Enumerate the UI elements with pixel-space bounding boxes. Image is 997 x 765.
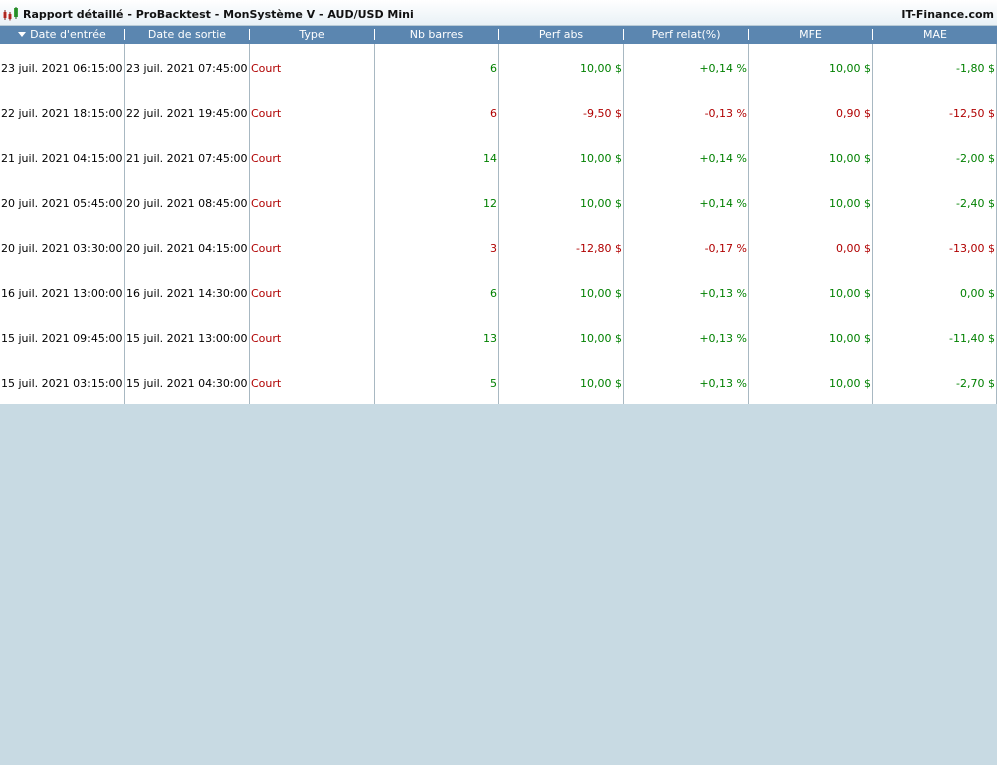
brand-label: IT-Finance.com: [901, 8, 994, 21]
cell-perf-rel: +0,14 %: [699, 152, 747, 165]
cell-type: Court: [251, 62, 282, 75]
cell-mae: 0,00 $: [960, 287, 995, 300]
cell-perf-rel: +0,13 %: [699, 377, 747, 390]
sort-down-triangle-icon: [18, 32, 27, 37]
cell-entry-date: 16 juil. 2021 13:00:00: [1, 287, 123, 300]
cell-exit-date: 20 juil. 2021 08:45:00: [126, 197, 248, 210]
cell-bars: 5: [490, 377, 497, 390]
table-row[interactable]: 15 juil. 2021 03:15:00 15 juil. 2021 04:3…: [0, 359, 997, 404]
table-row[interactable]: 20 juil. 2021 05:45:00 20 juil. 2021 08:4…: [0, 179, 997, 224]
cell-bars: 14: [483, 152, 497, 165]
cell-entry-date: 22 juil. 2021 18:15:00: [1, 107, 123, 120]
cell-mae: -11,40 $: [949, 332, 995, 345]
cell-bars: 12: [483, 197, 497, 210]
cell-mfe: 0,00 $: [836, 242, 871, 255]
cell-entry-date: 15 juil. 2021 03:15:00: [1, 377, 123, 390]
trades-table: 23 juil. 2021 06:15:00 23 juil. 2021 07:4…: [0, 44, 997, 404]
cell-mfe: 10,00 $: [829, 197, 871, 210]
cell-perf-abs: 10,00 $: [580, 152, 622, 165]
column-header-mfe[interactable]: MFE: [749, 26, 872, 44]
cell-type: Court: [251, 287, 282, 300]
column-header-type[interactable]: Type: [250, 26, 374, 44]
table-row[interactable]: 22 juil. 2021 18:15:00 22 juil. 2021 19:4…: [0, 89, 997, 134]
cell-mfe: 10,00 $: [829, 152, 871, 165]
title-bar: Rapport détaillé - ProBacktest - MonSyst…: [0, 0, 997, 26]
cell-mfe: 10,00 $: [829, 332, 871, 345]
cell-type: Court: [251, 332, 282, 345]
cell-perf-rel: +0,13 %: [699, 332, 747, 345]
table-row[interactable]: 15 juil. 2021 09:45:00 15 juil. 2021 13:0…: [0, 314, 997, 359]
cell-exit-date: 15 juil. 2021 04:30:00: [126, 377, 248, 390]
cell-perf-abs: 10,00 $: [580, 287, 622, 300]
cell-perf-abs: 10,00 $: [580, 377, 622, 390]
cell-bars: 3: [490, 242, 497, 255]
table-row[interactable]: 16 juil. 2021 13:00:00 16 juil. 2021 14:3…: [0, 269, 997, 314]
column-header-label: Date d'entrée: [30, 28, 106, 41]
cell-exit-date: 20 juil. 2021 04:15:00: [126, 242, 248, 255]
column-header-perf-rel[interactable]: Perf relat(%): [624, 26, 748, 44]
cell-mae: -12,50 $: [949, 107, 995, 120]
cell-mfe: 10,00 $: [829, 62, 871, 75]
cell-perf-rel: +0,13 %: [699, 287, 747, 300]
cell-bars: 6: [490, 107, 497, 120]
cell-mae: -2,00 $: [956, 152, 995, 165]
candlestick-chart-icon: [3, 7, 18, 21]
cell-perf-rel: -0,13 %: [704, 107, 747, 120]
cell-perf-abs: -9,50 $: [583, 107, 622, 120]
cell-exit-date: 21 juil. 2021 07:45:00: [126, 152, 248, 165]
cell-bars: 13: [483, 332, 497, 345]
cell-bars: 6: [490, 287, 497, 300]
cell-entry-date: 15 juil. 2021 09:45:00: [1, 332, 123, 345]
cell-perf-abs: 10,00 $: [580, 197, 622, 210]
cell-exit-date: 16 juil. 2021 14:30:00: [126, 287, 248, 300]
cell-perf-rel: +0,14 %: [699, 62, 747, 75]
cell-mfe: 10,00 $: [829, 287, 871, 300]
cell-type: Court: [251, 377, 282, 390]
cell-perf-rel: -0,17 %: [704, 242, 747, 255]
cell-perf-rel: +0,14 %: [699, 197, 747, 210]
table-header: Date d'entrée Date de sortie Type Nb bar…: [0, 26, 997, 44]
cell-exit-date: 23 juil. 2021 07:45:00: [126, 62, 248, 75]
cell-mfe: 0,90 $: [836, 107, 871, 120]
column-header-perf-abs[interactable]: Perf abs: [499, 26, 623, 44]
column-header-exit-date[interactable]: Date de sortie: [125, 26, 249, 44]
cell-perf-abs: 10,00 $: [580, 62, 622, 75]
cell-exit-date: 15 juil. 2021 13:00:00: [126, 332, 248, 345]
cell-mae: -2,70 $: [956, 377, 995, 390]
column-header-bars[interactable]: Nb barres: [375, 26, 498, 44]
cell-mae: -2,40 $: [956, 197, 995, 210]
cell-mfe: 10,00 $: [829, 377, 871, 390]
column-header-entry-date[interactable]: Date d'entrée: [0, 26, 124, 44]
cell-type: Court: [251, 107, 282, 120]
cell-type: Court: [251, 152, 282, 165]
table-row[interactable]: 20 juil. 2021 03:30:00 20 juil. 2021 04:1…: [0, 224, 997, 269]
cell-perf-abs: -12,80 $: [576, 242, 622, 255]
cell-perf-abs: 10,00 $: [580, 332, 622, 345]
cell-entry-date: 21 juil. 2021 04:15:00: [1, 152, 123, 165]
cell-exit-date: 22 juil. 2021 19:45:00: [126, 107, 248, 120]
cell-entry-date: 23 juil. 2021 06:15:00: [1, 62, 123, 75]
cell-entry-date: 20 juil. 2021 05:45:00: [1, 197, 123, 210]
table-row[interactable]: 23 juil. 2021 06:15:00 23 juil. 2021 07:4…: [0, 44, 997, 89]
cell-mae: -1,80 $: [956, 62, 995, 75]
cell-mae: -13,00 $: [949, 242, 995, 255]
cell-type: Court: [251, 242, 282, 255]
column-header-mae[interactable]: MAE: [873, 26, 997, 44]
cell-entry-date: 20 juil. 2021 03:30:00: [1, 242, 123, 255]
cell-type: Court: [251, 197, 282, 210]
window-title: Rapport détaillé - ProBacktest - MonSyst…: [23, 8, 414, 21]
cell-bars: 6: [490, 62, 497, 75]
table-row[interactable]: 21 juil. 2021 04:15:00 21 juil. 2021 07:4…: [0, 134, 997, 179]
